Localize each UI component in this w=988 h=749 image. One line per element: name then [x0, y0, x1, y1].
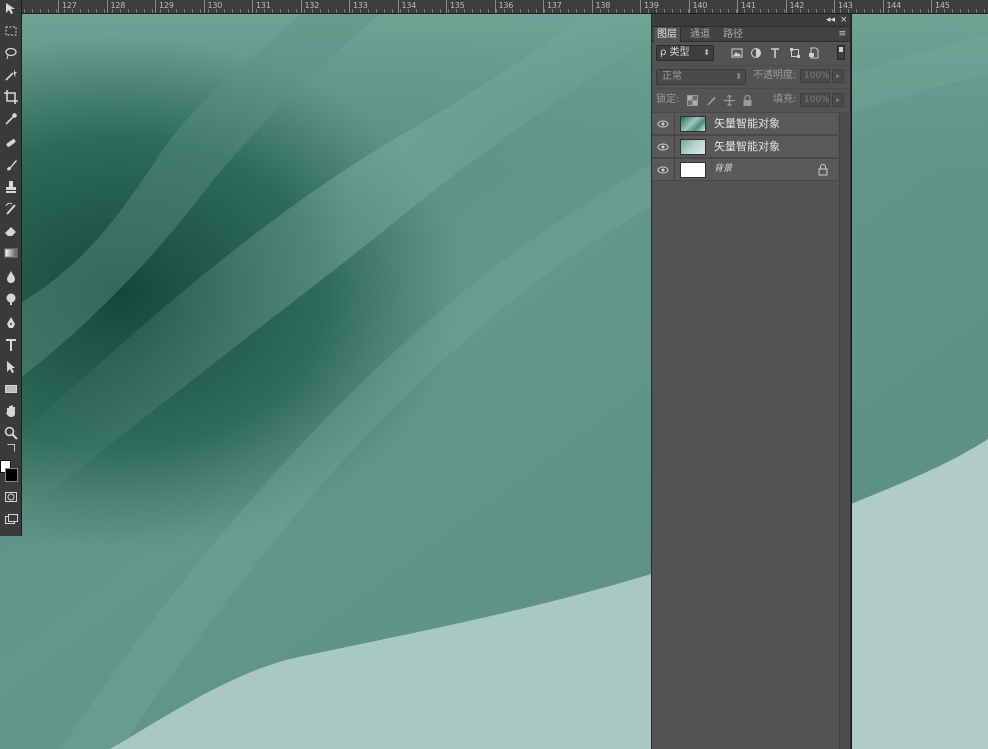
tab-paths[interactable]: 路径	[720, 27, 746, 42]
layers-scrollbar[interactable]	[839, 112, 849, 749]
ruler-label: 131	[252, 0, 271, 13]
ruler-label: 141	[737, 0, 756, 13]
lasso-icon[interactable]	[2, 44, 20, 62]
layers-panel: ◂◂ × 图层 通道 路径 ≡ ρ 类型 ⬍ 正常 ⬍ 不透明度: 100% ▸…	[651, 14, 851, 749]
ruler-label: 145	[931, 0, 950, 13]
lock-label: 锁定:	[656, 94, 680, 105]
filter-kind-select[interactable]: ρ 类型 ⬍	[656, 45, 714, 61]
blend-mode-select[interactable]: 正常 ⬍	[656, 69, 746, 85]
blur-icon[interactable]	[2, 268, 20, 286]
swap-colors-icon[interactable]	[2, 442, 20, 454]
layer-list: 矢量智能对象 矢量智能对象 背景	[652, 112, 838, 181]
lock-image-icon[interactable]	[706, 95, 717, 106]
layer-name: 矢量智能对象	[714, 140, 780, 153]
background-color-swatch[interactable]	[5, 468, 18, 482]
type-filter-icon[interactable]	[769, 47, 781, 59]
ruler-label: 143	[834, 0, 853, 13]
ruler-label: 139	[640, 0, 659, 13]
search-icon: ρ	[660, 47, 667, 58]
opacity-dropdown-icon[interactable]: ▸	[832, 69, 844, 83]
smart-object-filter-icon[interactable]	[808, 47, 820, 59]
ruler-label: 144	[882, 0, 901, 13]
select-arrow-icon: ⬍	[735, 72, 742, 81]
history-brush-icon[interactable]	[2, 200, 20, 218]
collapse-panel-button[interactable]: ◂◂	[826, 14, 835, 27]
layer-thumbnail	[680, 116, 706, 132]
eraser-icon[interactable]	[2, 222, 20, 240]
lock-icon	[818, 164, 828, 176]
ruler-label: 140	[688, 0, 707, 13]
opacity-label: 不透明度:	[753, 70, 797, 81]
path-selection-icon[interactable]	[2, 358, 20, 376]
fill-dropdown-icon[interactable]: ▸	[832, 93, 844, 107]
marquee-icon[interactable]	[2, 22, 20, 40]
ruler-label: 136	[494, 0, 513, 13]
screen-mode-icon[interactable]	[2, 510, 20, 528]
ruler-label: 137	[543, 0, 562, 13]
lock-transparent-icon[interactable]	[687, 95, 698, 106]
fill-field[interactable]: 100%	[800, 93, 830, 107]
layer-thumbnail	[680, 162, 706, 178]
layer-row[interactable]: 背景	[652, 158, 838, 181]
fill-label: 填充:	[773, 94, 797, 105]
panel-topbar: ◂◂ ×	[652, 14, 850, 27]
filter-kind-label: 类型	[669, 47, 690, 58]
ruler-label: 138	[591, 0, 610, 13]
eyedropper-icon[interactable]	[2, 110, 20, 128]
ruler-label: 135	[446, 0, 465, 13]
layer-row[interactable]: 矢量智能对象	[652, 135, 838, 158]
ruler-label: 130	[203, 0, 222, 13]
brush-icon[interactable]	[2, 156, 20, 174]
horizontal-ruler[interactable]: 127 128 129 130 131 132 133 134 135 136 137 138 139 1…	[0, 0, 988, 14]
clone-stamp-icon[interactable]	[2, 178, 20, 196]
layer-thumbnail	[680, 139, 706, 155]
lock-position-icon[interactable]	[724, 95, 735, 106]
magic-wand-icon[interactable]	[2, 66, 20, 84]
lock-fill-row: 锁定: 填充: 100% ▸	[652, 88, 850, 110]
ruler-label: 132	[300, 0, 319, 13]
adjustment-filter-icon[interactable]	[750, 47, 762, 59]
close-panel-button[interactable]: ×	[840, 14, 848, 27]
spot-healing-icon[interactable]	[2, 134, 20, 152]
blend-mode-value: 正常	[662, 71, 682, 82]
layer-name: 矢量智能对象	[714, 117, 780, 130]
zoom-icon[interactable]	[2, 424, 20, 442]
ruler-label: 134	[397, 0, 416, 13]
image-filter-icon[interactable]	[731, 47, 743, 59]
tab-layers[interactable]: 图层	[654, 27, 681, 42]
eye-icon[interactable]	[657, 141, 669, 153]
panel-menu-icon[interactable]: ≡	[838, 29, 846, 39]
quick-mask-icon[interactable]	[2, 488, 20, 506]
layer-filter-row: ρ 类型 ⬍	[652, 43, 850, 63]
layer-name: 背景	[714, 164, 733, 174]
hand-icon[interactable]	[2, 402, 20, 420]
gradient-icon[interactable]	[2, 244, 20, 262]
ruler-label: 129	[155, 0, 174, 13]
eye-icon[interactable]	[657, 118, 669, 130]
ruler-label: 142	[785, 0, 804, 13]
eye-icon[interactable]	[657, 164, 669, 176]
rectangle-shape-icon[interactable]	[2, 380, 20, 398]
shape-filter-icon[interactable]	[789, 47, 801, 59]
tools-panel	[0, 0, 22, 536]
tab-channels[interactable]: 通道	[687, 27, 713, 42]
opacity-field[interactable]: 100%	[800, 69, 830, 83]
move-icon[interactable]	[2, 0, 20, 18]
type-icon[interactable]	[2, 336, 20, 354]
ruler-label: 133	[349, 0, 368, 13]
panel-tabs: 图层 通道 路径 ≡	[652, 27, 850, 42]
crop-icon[interactable]	[2, 88, 20, 106]
pen-icon[interactable]	[2, 314, 20, 332]
blend-opacity-row: 正常 ⬍ 不透明度: 100% ▸	[652, 65, 850, 85]
select-arrow-icon: ⬍	[703, 48, 710, 57]
ruler-label: 127	[58, 0, 77, 13]
layer-row[interactable]: 矢量智能对象	[652, 112, 838, 135]
filter-toggle-switch[interactable]	[837, 45, 845, 60]
dodge-icon[interactable]	[2, 290, 20, 308]
lock-all-icon[interactable]	[742, 95, 753, 106]
ruler-label: 128	[106, 0, 125, 13]
